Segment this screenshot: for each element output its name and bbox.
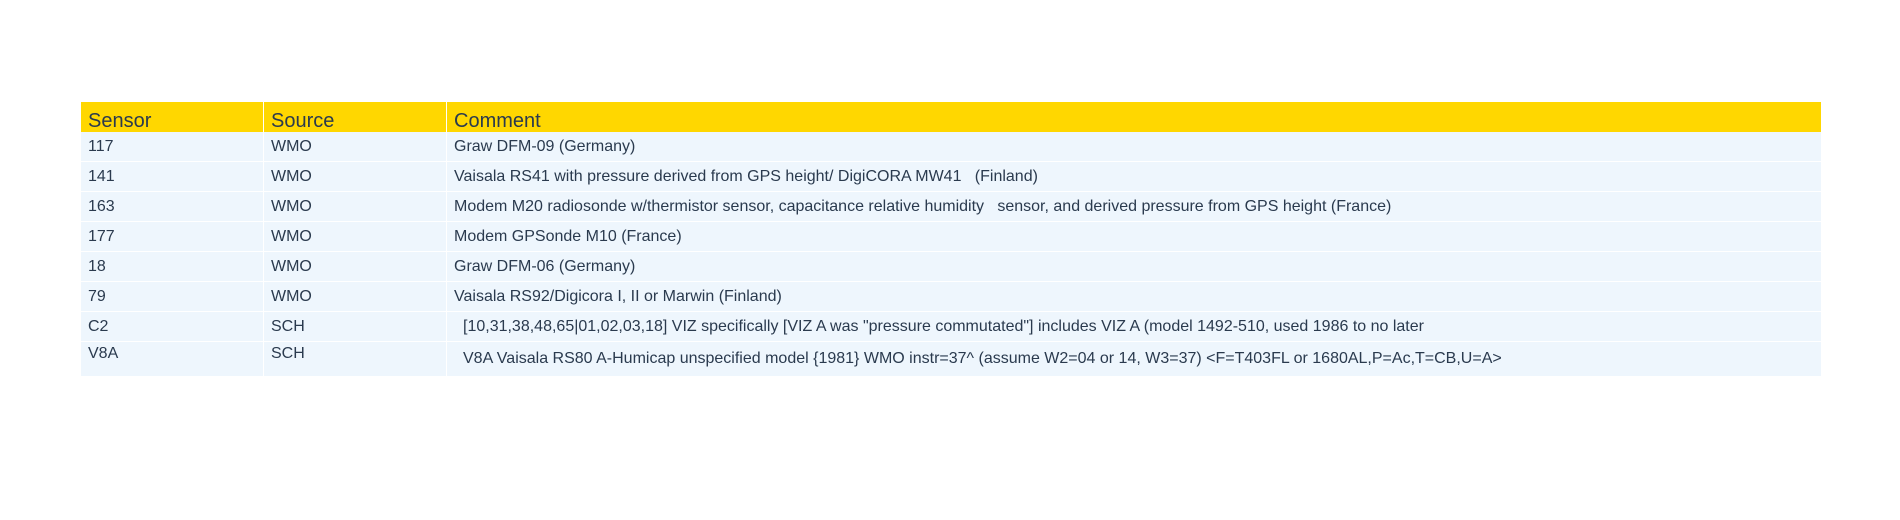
sensor-cell: V8A [81, 342, 264, 377]
comment-cell: V8A Vaisala RS80 A-Humicap unspecified m… [447, 342, 1821, 377]
source-cell: WMO [264, 252, 447, 282]
sensor-cell: 18 [81, 252, 264, 282]
column-header-comment[interactable]: Comment [447, 102, 1821, 132]
table-row[interactable]: 177 WMO Modem GPSonde M10 (France) [81, 222, 1821, 252]
table-row[interactable]: C2 SCH [10,31,38,48,65|01,02,03,18] VIZ … [81, 312, 1821, 342]
source-cell: SCH [264, 342, 447, 377]
comment-cell: [10,31,38,48,65|01,02,03,18] VIZ specifi… [447, 312, 1821, 342]
table-header: Sensor Source Comment [81, 102, 1821, 132]
source-cell: WMO [264, 222, 447, 252]
table-row[interactable]: 18 WMO Graw DFM-06 (Germany) [81, 252, 1821, 282]
source-cell: WMO [264, 132, 447, 162]
source-cell: WMO [264, 162, 447, 192]
table-row[interactable]: 141 WMO Vaisala RS41 with pressure deriv… [81, 162, 1821, 192]
sensor-cell: C2 [81, 312, 264, 342]
comment-cell: Modem M20 radiosonde w/thermistor sensor… [447, 192, 1821, 222]
sensor-table-container: Sensor Source Comment 117 WMO Graw DFM-0… [81, 102, 1821, 377]
sensor-table: Sensor Source Comment 117 WMO Graw DFM-0… [81, 102, 1821, 377]
column-header-sensor[interactable]: Sensor [81, 102, 264, 132]
sensor-cell: 79 [81, 282, 264, 312]
sensor-cell: 163 [81, 192, 264, 222]
sensor-cell: 117 [81, 132, 264, 162]
sensor-cell: 177 [81, 222, 264, 252]
table-body: 117 WMO Graw DFM-09 (Germany) 141 WMO Va… [81, 132, 1821, 377]
comment-cell: Graw DFM-09 (Germany) [447, 132, 1821, 162]
comment-cell: Vaisala RS41 with pressure derived from … [447, 162, 1821, 192]
header-row: Sensor Source Comment [81, 102, 1821, 132]
comment-cell: Vaisala RS92/Digicora I, II or Marwin (F… [447, 282, 1821, 312]
sensor-cell: 141 [81, 162, 264, 192]
column-header-source[interactable]: Source [264, 102, 447, 132]
source-cell: SCH [264, 312, 447, 342]
table-row[interactable]: V8A SCH V8A Vaisala RS80 A-Humicap unspe… [81, 342, 1821, 377]
table-row[interactable]: 79 WMO Vaisala RS92/Digicora I, II or Ma… [81, 282, 1821, 312]
source-cell: WMO [264, 192, 447, 222]
comment-cell: Modem GPSonde M10 (France) [447, 222, 1821, 252]
table-row[interactable]: 117 WMO Graw DFM-09 (Germany) [81, 132, 1821, 162]
comment-cell: Graw DFM-06 (Germany) [447, 252, 1821, 282]
table-row[interactable]: 163 WMO Modem M20 radiosonde w/thermisto… [81, 192, 1821, 222]
source-cell: WMO [264, 282, 447, 312]
